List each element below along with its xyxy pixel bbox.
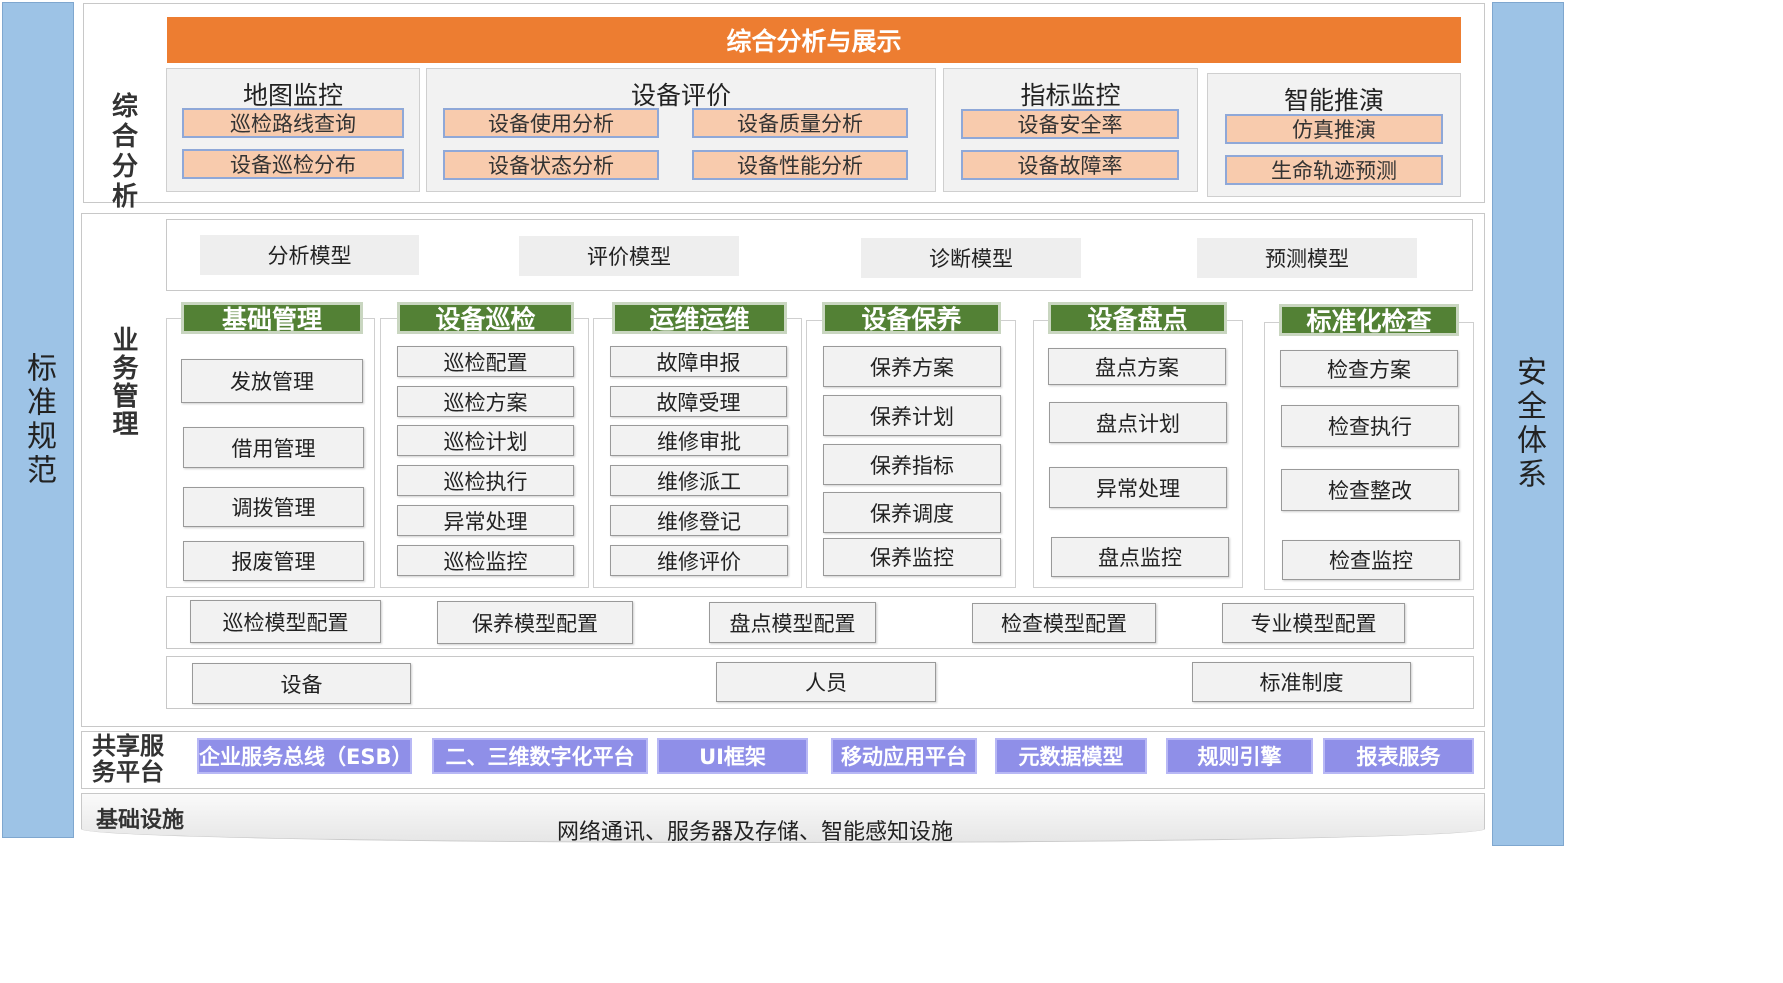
config-item[interactable]: 巡检模型配置 — [190, 600, 381, 643]
base-item[interactable]: 设备 — [192, 663, 411, 704]
business-item[interactable]: 报废管理 — [183, 541, 364, 581]
shared-item[interactable]: 元数据模型 — [995, 738, 1147, 774]
business-item[interactable]: 借用管理 — [183, 427, 364, 468]
analysis-item[interactable]: 仿真推演 — [1225, 114, 1443, 144]
config-item[interactable]: 专业模型配置 — [1222, 603, 1405, 643]
base-item[interactable]: 人员 — [716, 662, 936, 702]
business-item[interactable]: 维修审批 — [610, 425, 788, 456]
shared-label-line1: 共享服 — [92, 732, 164, 760]
business-item[interactable]: 维修评价 — [610, 545, 788, 576]
business-item[interactable]: 保养计划 — [823, 395, 1001, 436]
column-header-operations[interactable]: 运维运维 — [612, 302, 787, 334]
business-label-text: 业务管理 — [108, 326, 138, 438]
shared-label-line2: 务平台 — [92, 758, 164, 786]
analysis-item[interactable]: 设备状态分析 — [443, 150, 659, 180]
analysis-banner: 综合分析与展示 — [167, 17, 1461, 63]
standards-pillar: 标准规范 — [2, 2, 74, 838]
business-item[interactable]: 保养方案 — [823, 346, 1001, 387]
shared-item[interactable]: 企业服务总线（ESB） — [197, 738, 412, 774]
business-item[interactable]: 盘点方案 — [1048, 348, 1226, 385]
column-header-equipment-maintenance[interactable]: 设备保养 — [822, 302, 1001, 334]
config-item[interactable]: 保养模型配置 — [437, 601, 633, 644]
analysis-item[interactable]: 生命轨迹预测 — [1225, 155, 1443, 185]
business-item[interactable]: 巡检计划 — [397, 425, 574, 456]
business-item[interactable]: 维修登记 — [610, 505, 788, 536]
business-item[interactable]: 保养调度 — [823, 492, 1001, 533]
shared-item[interactable]: 报表服务 — [1323, 738, 1474, 774]
analysis-item[interactable]: 巡检路线查询 — [182, 108, 404, 138]
security-pillar-label: 安全体系 — [1511, 356, 1546, 492]
analysis-item[interactable]: 设备质量分析 — [692, 108, 908, 138]
shared-item[interactable]: 规则引擎 — [1166, 738, 1313, 774]
analysis-label: 综合分析 — [111, 92, 138, 212]
config-item[interactable]: 盘点模型配置 — [709, 602, 876, 643]
business-item[interactable]: 巡检方案 — [397, 386, 574, 417]
shared-item[interactable]: 二、三维数字化平台 — [432, 738, 648, 774]
analysis-item[interactable]: 设备使用分析 — [443, 108, 659, 138]
business-item[interactable]: 巡检执行 — [397, 465, 574, 496]
business-item[interactable]: 异常处理 — [1049, 467, 1227, 508]
infra-label: 基础设施 — [96, 808, 185, 833]
group-map-monitoring-title: 地图监控 — [242, 81, 343, 110]
model-item[interactable]: 诊断模型 — [861, 238, 1081, 278]
analysis-item[interactable]: 设备性能分析 — [692, 150, 908, 180]
column-header-equipment-inventory[interactable]: 设备盘点 — [1048, 302, 1227, 334]
config-item[interactable]: 检查模型配置 — [972, 603, 1156, 643]
business-item[interactable]: 发放管理 — [181, 359, 363, 403]
analysis-item[interactable]: 设备安全率 — [961, 109, 1179, 139]
shared-item[interactable]: 移动应用平台 — [831, 738, 977, 774]
model-item[interactable]: 分析模型 — [200, 235, 419, 275]
group-intelligent-deduction-title: 智能推演 — [1283, 86, 1384, 115]
business-item[interactable]: 盘点监控 — [1051, 537, 1229, 577]
column-header-standard-check[interactable]: 标准化检查 — [1279, 304, 1459, 336]
group-equipment-evaluation-title: 设备评价 — [630, 81, 731, 110]
standards-pillar-label: 标准规范 — [21, 352, 56, 488]
base-item[interactable]: 标准制度 — [1192, 662, 1411, 702]
business-item[interactable]: 故障受理 — [610, 386, 787, 417]
business-item[interactable]: 检查方案 — [1280, 350, 1458, 387]
business-item[interactable]: 保养指标 — [823, 444, 1001, 485]
business-item[interactable]: 检查整改 — [1281, 469, 1459, 511]
business-item[interactable]: 保养监控 — [823, 538, 1001, 576]
business-item[interactable]: 巡检配置 — [397, 346, 574, 377]
group-indicator-monitoring-title: 指标监控 — [1020, 81, 1121, 110]
business-item[interactable]: 故障申报 — [610, 346, 787, 377]
infra-text: 网络通讯、服务器及存储、智能感知设施 — [557, 820, 954, 845]
business-item[interactable]: 检查监控 — [1282, 540, 1460, 580]
security-pillar: 安全体系 — [1492, 2, 1564, 846]
analysis-item[interactable]: 设备巡检分布 — [182, 149, 404, 179]
column-header-equipment-inspection[interactable]: 设备巡检 — [397, 302, 574, 334]
business-item[interactable]: 巡检监控 — [397, 545, 574, 576]
business-item[interactable]: 异常处理 — [397, 505, 574, 536]
business-label: 业务管理 — [103, 326, 143, 446]
business-item[interactable]: 调拨管理 — [183, 487, 364, 527]
model-item[interactable]: 预测模型 — [1197, 238, 1417, 278]
model-item[interactable]: 评价模型 — [519, 236, 739, 276]
column-header-basic-management[interactable]: 基础管理 — [181, 302, 363, 334]
analysis-item[interactable]: 设备故障率 — [961, 150, 1179, 180]
business-item[interactable]: 维修派工 — [610, 465, 788, 496]
shared-label: 共享服 务平台 — [88, 733, 168, 785]
business-item[interactable]: 盘点计划 — [1049, 402, 1227, 443]
shared-item[interactable]: UI框架 — [657, 738, 808, 774]
business-item[interactable]: 检查执行 — [1281, 405, 1459, 447]
